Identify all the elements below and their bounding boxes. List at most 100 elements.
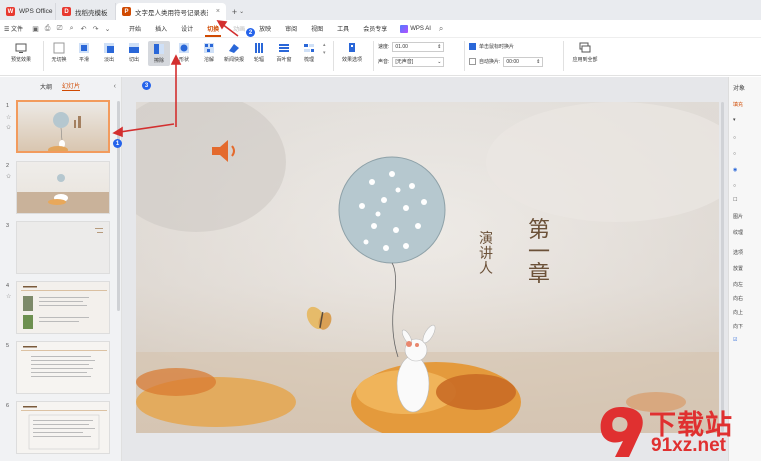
- spinner-icon: ⇕: [536, 58, 541, 65]
- effect-dissolve[interactable]: 溶解: [198, 41, 220, 63]
- auto-time-input[interactable]: 00:00 ⇕: [503, 56, 544, 67]
- tab-template[interactable]: D 找稻壳模板: [56, 3, 116, 20]
- redo-icon[interactable]: ↷: [91, 25, 100, 33]
- thumbnail-scrollbar[interactable]: [117, 101, 120, 311]
- slide-thumbnail-art: [95, 228, 103, 233]
- slide-subtitle[interactable]: 演讲人: [479, 232, 493, 277]
- auto-advance-checkbox[interactable]: [469, 58, 476, 65]
- slide-thumbnail-art: [21, 406, 107, 450]
- sound-select[interactable]: [无声音] ⌄: [392, 56, 445, 67]
- effect-label: 切出: [128, 57, 139, 63]
- file-menu[interactable]: ☰ 文件: [4, 24, 23, 33]
- effect-dissolve-icon: [203, 41, 216, 54]
- effect-wipe[interactable]: 擦除: [148, 41, 170, 66]
- slide-title[interactable]: 第一章: [528, 220, 552, 286]
- slide-thumbnail-panel: 大纲 幻灯片 ‹ 1 ☆ ✩ 2 ✩ 3 4 ☆ 5 6: [0, 77, 122, 461]
- slide-thumbnail-art: [48, 112, 81, 151]
- effect-comb[interactable]: 梳理: [298, 41, 320, 63]
- more-icon[interactable]: ⌄: [103, 25, 112, 33]
- menu-review[interactable]: 审阅: [278, 20, 304, 38]
- menu-tools[interactable]: 工具: [330, 20, 356, 38]
- ribbon-divider: [43, 41, 44, 71]
- slide-thumbnail-2[interactable]: [16, 161, 110, 214]
- slide-thumbnail-1[interactable]: [16, 100, 110, 153]
- effect-label: 无切换: [51, 57, 67, 63]
- preview-effects-button[interactable]: 预览效果: [6, 41, 36, 63]
- ppt-logo-icon: P: [122, 7, 131, 16]
- slide-thumbnail-4[interactable]: [16, 281, 110, 334]
- export-icon[interactable]: ⎙: [43, 25, 52, 33]
- effect-cut-icon: [128, 41, 141, 54]
- fill-tab[interactable]: 填充: [733, 101, 743, 108]
- menu-home[interactable]: 开始: [122, 20, 148, 38]
- option-label: 向上: [733, 310, 744, 316]
- slide-number: 6: [6, 403, 10, 409]
- option-label: 向左: [733, 282, 744, 288]
- new-tab-button[interactable]: + ⌄: [226, 3, 250, 20]
- tab-label: WPS Office: [19, 8, 53, 15]
- effect-cut[interactable]: 切出: [123, 41, 145, 63]
- checkbox-option[interactable]: ☑: [733, 337, 737, 343]
- effect-fade[interactable]: 淡出: [98, 41, 120, 63]
- watermark-url: 91xz.net: [651, 435, 726, 456]
- effect-newsflash-icon: [228, 41, 241, 54]
- effect-newsflash[interactable]: 新闻快报: [223, 41, 245, 63]
- sound-value: [无声音]: [395, 59, 414, 65]
- search-icon[interactable]: ⌕: [439, 24, 443, 34]
- option-label: 选项: [733, 250, 744, 256]
- radio-option[interactable]: ○: [733, 183, 736, 189]
- radio-option[interactable]: ◉: [733, 167, 737, 173]
- slide-thumbnail-6[interactable]: [16, 401, 110, 454]
- effect-blinds[interactable]: 百叶窗: [273, 41, 295, 63]
- effect-smooth[interactable]: 平滑: [73, 41, 95, 63]
- ribbon-divider: [563, 41, 564, 71]
- effect-smooth-icon: [78, 41, 91, 54]
- tab-wps-office[interactable]: W WPS Office: [0, 3, 56, 20]
- menu-view[interactable]: 视图: [304, 20, 330, 38]
- radio-option[interactable]: ○: [733, 151, 736, 157]
- menu-member[interactable]: 会员专享: [356, 20, 394, 38]
- preview-icon[interactable]: ⌕: [67, 25, 76, 33]
- menu-insert[interactable]: 插入: [148, 20, 174, 38]
- tab-outline[interactable]: 大纲: [40, 82, 52, 91]
- slide-thumbnail-3[interactable]: [16, 221, 110, 274]
- effect-gallery-scroll[interactable]: ▴ ▾: [323, 41, 329, 57]
- speed-input[interactable]: 01.00 ⇕: [392, 41, 445, 52]
- click-advance-checkbox[interactable]: [469, 43, 476, 50]
- menu-design[interactable]: 设计: [174, 20, 200, 38]
- effect-wipe-icon: [153, 42, 166, 55]
- spinner-icon: ⇕: [437, 43, 442, 50]
- slide-thumbnail-art: [21, 346, 107, 377]
- option-label: 纹理: [733, 230, 744, 236]
- option-label: 向下: [733, 324, 744, 330]
- menu-slideshow[interactable]: 放映: [252, 20, 278, 38]
- effect-label: 淡出: [103, 57, 114, 63]
- timing-fields: 速度: 01.00 ⇕ 声音: [无声音] ⌄: [378, 41, 460, 71]
- section-toggle[interactable]: ▾: [733, 117, 736, 123]
- effect-blinds-icon: [278, 41, 291, 54]
- tab-label: 找稻壳模板: [75, 9, 108, 17]
- slide-canvas[interactable]: 演讲人 第一章: [136, 102, 719, 433]
- radio-option[interactable]: ○: [733, 135, 736, 141]
- slide-number: 1: [6, 103, 10, 109]
- slide-background-art: [136, 102, 719, 433]
- wps-ai-button[interactable]: WPS AI: [394, 24, 437, 33]
- undo-icon[interactable]: ↶: [79, 25, 88, 33]
- wps-logo-icon: W: [6, 7, 15, 16]
- effect-label: 擦除: [153, 58, 164, 64]
- save-icon[interactable]: ▣: [31, 25, 40, 33]
- slide-thumbnail-5[interactable]: [16, 341, 110, 394]
- menu-transitions[interactable]: 切换: [200, 20, 226, 38]
- canvas-scrollbar[interactable]: [721, 102, 724, 432]
- effect-options-button[interactable]: 效果选项: [338, 41, 366, 63]
- tab-document[interactable]: P 文字是人类用符号记录表达信息以 ×: [116, 3, 226, 20]
- apply-all-button[interactable]: 应用到全部: [568, 41, 602, 63]
- effect-shape[interactable]: 形状: [173, 41, 195, 63]
- tab-slides[interactable]: 幻灯片: [62, 81, 81, 91]
- effect-wheel[interactable]: 轮辐: [248, 41, 270, 63]
- collapse-panel-icon[interactable]: ‹: [114, 83, 116, 90]
- checkbox-option[interactable]: ☐: [733, 197, 737, 203]
- effect-none[interactable]: 无切换: [48, 41, 70, 63]
- close-icon[interactable]: ×: [216, 8, 220, 15]
- print-icon[interactable]: ⎚: [55, 25, 64, 33]
